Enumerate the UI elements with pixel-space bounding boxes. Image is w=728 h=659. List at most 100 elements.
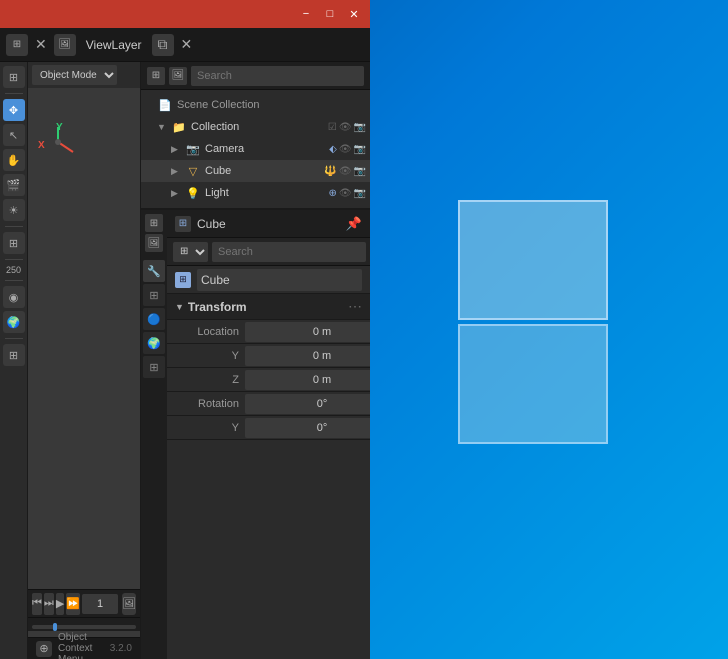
shading-btn[interactable]: ◉ (3, 286, 25, 308)
bottom-bar: ⊕ Object Context Menu 3.2.0 (28, 637, 140, 659)
toolbar-sep-4 (5, 280, 23, 281)
props-tools-btn[interactable]: 🔧 (143, 260, 165, 282)
camera-item[interactable]: ▶ 📷 Camera ⬖ 👁 📷 (141, 138, 370, 160)
light-arrow[interactable]: ▶ (171, 188, 185, 199)
camera-icons-right: ⬖ 👁 📷 (329, 144, 366, 155)
image-preview-btn[interactable]: 🖼 (122, 593, 136, 615)
cube-item[interactable]: ▶ ▽ Cube 🔱 👁 📷 (141, 160, 370, 182)
transform-arrow: ▼ (175, 302, 184, 312)
transform-tool-btn[interactable]: ⊞ (3, 232, 25, 254)
light-hide[interactable]: 👁 (339, 188, 352, 199)
scene-collection-item[interactable]: 📄 Scene Collection (141, 94, 370, 116)
rotation-label: Rotation (175, 398, 245, 410)
camera-arrow[interactable]: ▶ (171, 144, 185, 155)
jump-start-btn[interactable]: ⏮ (32, 593, 42, 615)
render2-btn[interactable]: ⊞ (3, 344, 25, 366)
props-main: ⊞ Cube 📌 ⊞ ▼ ⊞ (167, 210, 370, 659)
workspace-icon[interactable]: ⊞ (6, 34, 28, 56)
outliner-mode-btn[interactable]: ⊞ (147, 67, 165, 85)
collection-item[interactable]: ▼ 📁 Collection ☑ 👁 📷 (141, 116, 370, 138)
cube-arrow[interactable]: ▶ (171, 166, 185, 177)
location-z-field[interactable] (245, 370, 370, 390)
camera-object-icon[interactable]: ⬖ (329, 144, 337, 155)
viewport-area[interactable]: Object Mode X Y ⏮ ⏭ ▶ ⏩ (28, 62, 140, 659)
location-x-field[interactable] (245, 322, 370, 342)
windows-logo (458, 200, 618, 460)
close-button[interactable]: ✕ (346, 6, 362, 22)
props-icon-select[interactable]: ⊞ (173, 242, 208, 262)
title-bar-controls: − □ ✕ (298, 6, 362, 22)
light-item[interactable]: ▶ 💡 Light ⊕ 👁 📷 (141, 182, 370, 204)
playback-bar: ⏮ ⏭ ▶ ⏩ 🖼 (28, 589, 140, 617)
rotation-x-field[interactable] (245, 394, 370, 414)
outliner-header: ⊞ 🖼 (141, 62, 370, 90)
transform-section-header[interactable]: ▼ Transform ⋯ (167, 294, 370, 320)
cursor-tool-btn[interactable]: ✥ (3, 99, 25, 121)
cube-render[interactable]: 📷 (354, 166, 366, 177)
select-tool-btn[interactable]: ↖ (3, 124, 25, 146)
blender-window: − □ ✕ ⊞ ✕ 🖼 ViewLayer ⧉ ✕ ⊞ ✥ ↖ ✋ 🎬 ☀ ⊞ … (0, 0, 370, 659)
collection-checkbox[interactable]: ☑ (328, 122, 337, 133)
outliner-filter-btn[interactable]: 🖼 (169, 67, 187, 85)
axis-indicator: X Y (38, 122, 78, 162)
scrubber-track (32, 625, 136, 629)
collection-render[interactable]: 📷 (354, 122, 366, 133)
view-layer-icon[interactable]: 🖼 (54, 34, 76, 56)
props-shading-btn[interactable]: 🌍 (143, 332, 165, 354)
workspace-close2[interactable]: ✕ (178, 36, 196, 53)
location-y-field[interactable] (245, 346, 370, 366)
cursor-status-icon[interactable]: ⊕ (36, 641, 52, 657)
obj-header-name: Cube (197, 217, 340, 231)
prev-frame-btn[interactable]: ⏭ (44, 593, 54, 615)
scrubber-bar[interactable] (28, 617, 140, 631)
light-label: Light (205, 187, 328, 199)
light-render[interactable]: 📷 (354, 188, 366, 199)
rotation-y-row: Y 🔒 (167, 416, 370, 440)
minimize-button[interactable]: − (298, 6, 314, 22)
version-label: 3.2.0 (110, 643, 132, 654)
location-label: Location (175, 326, 245, 338)
grab-tool-btn[interactable]: ✋ (3, 149, 25, 171)
props-data-btn[interactable]: ⊞ (143, 356, 165, 378)
annotate-tool-btn[interactable]: 🎬 (3, 174, 25, 196)
playback-container: ⏮ ⏭ ▶ ⏩ 🖼 (28, 589, 140, 631)
viewport-mode-dropdown[interactable]: Object Mode (32, 65, 117, 85)
props-icon-btn[interactable]: 🖼 (145, 234, 163, 252)
frame-input[interactable] (82, 594, 118, 614)
next-frame-btn[interactable]: ⏩ (66, 593, 80, 615)
toolbar-header-btn[interactable]: ⊞ (3, 66, 25, 88)
transform-dots[interactable]: ⋯ (348, 298, 362, 315)
maximize-button[interactable]: □ (322, 6, 338, 22)
light-icon: 💡 (185, 185, 201, 201)
props-mode-btn[interactable]: ⊞ (145, 214, 163, 232)
toolbar-sep-2 (5, 226, 23, 227)
add-tool-btn[interactable]: ☀ (3, 199, 25, 221)
context-menu-label: Object Context Menu (58, 632, 104, 659)
collection-arrow[interactable]: ▼ (157, 122, 171, 132)
toolbar-sep-3 (5, 259, 23, 260)
camera-render[interactable]: 📷 (354, 144, 366, 155)
cube-icons-right: 🔱 👁 📷 (324, 166, 366, 177)
cube-constraint-icon[interactable]: 🔱 (324, 166, 336, 177)
camera-hide[interactable]: 👁 (339, 144, 352, 155)
outliner-content: 📄 Scene Collection ▼ 📁 Collection ☑ 👁 📷 (141, 90, 370, 208)
outliner-search-input[interactable] (191, 66, 364, 86)
rotation-y-field[interactable] (245, 418, 370, 438)
collection-label: Collection (191, 121, 328, 133)
props-object-btn[interactable]: ⊞ (143, 284, 165, 306)
props-modifier-btn[interactable]: 🔵 (143, 308, 165, 330)
win-logo-bottom (458, 324, 608, 444)
cube-hide[interactable]: 👁 (339, 166, 352, 177)
play-btn-main[interactable]: ▶ (56, 593, 65, 615)
cube-name-field[interactable] (197, 269, 362, 291)
props-search-bar: ⊞ ▼ (167, 238, 370, 266)
props-search-input[interactable] (212, 242, 366, 262)
workspace-close[interactable]: ✕ (32, 36, 50, 53)
transform-title: Transform (188, 300, 344, 314)
workspace-copy-icon[interactable]: ⧉ (152, 34, 174, 56)
outliner: ⊞ 🖼 📄 Scene Collection ▼ 📁 Collection (141, 62, 370, 210)
light-object-icon[interactable]: ⊕ (328, 188, 336, 199)
pin-icon[interactable]: 📌 (346, 216, 362, 232)
collection-hide[interactable]: 👁 (339, 122, 352, 133)
render-btn[interactable]: 🌍 (3, 311, 25, 333)
